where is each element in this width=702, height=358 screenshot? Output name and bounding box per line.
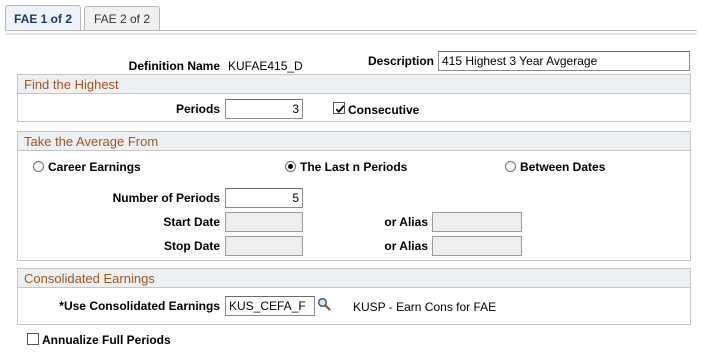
consolidated-header: Consolidated Earnings <box>18 269 690 288</box>
tab-fae-2[interactable]: FAE 2 of 2 <box>84 6 160 30</box>
periods-label: Periods <box>175 102 220 116</box>
stop-alias-input[interactable] <box>432 236 522 256</box>
start-date-label: Start Date <box>163 215 220 229</box>
last-n-periods-label: The Last n Periods <box>300 160 408 174</box>
average-from-header: Take the Average From <box>18 132 690 151</box>
annualize-label: Annualize Full Periods <box>42 333 171 347</box>
tab-divider <box>5 30 697 31</box>
consolidated-group: Consolidated Earnings <box>17 268 691 325</box>
description-input[interactable]: 415 Highest 3 Year Avgerage <box>438 51 690 71</box>
career-earnings-label: Career Earnings <box>48 160 141 174</box>
definition-name-label: Definition Name <box>128 59 220 73</box>
definition-name-value: KUFAE415_D <box>228 59 303 73</box>
career-earnings-radio[interactable] <box>33 161 44 172</box>
annualize-checkbox[interactable] <box>27 333 39 345</box>
between-dates-label: Between Dates <box>520 160 606 174</box>
use-consolidated-label: *Use Consolidated Earnings <box>59 299 220 313</box>
consecutive-label: Consecutive <box>348 103 420 117</box>
use-consolidated-input[interactable]: KUS_CEFA_F <box>225 296 315 316</box>
between-dates-radio[interactable] <box>505 161 516 172</box>
find-highest-title: Find the Highest <box>24 77 119 92</box>
start-alias-label: or Alias <box>384 215 428 229</box>
tab-fae-1[interactable]: FAE 1 of 2 <box>5 5 81 31</box>
start-date-input[interactable] <box>225 212 303 232</box>
use-consolidated-description: KUSP - Earn Cons for FAE <box>353 300 497 314</box>
consecutive-checkbox[interactable] <box>333 102 345 114</box>
stop-date-input[interactable] <box>225 236 303 256</box>
consolidated-title: Consolidated Earnings <box>24 271 155 286</box>
find-highest-header: Find the Highest <box>18 75 690 94</box>
start-alias-input[interactable] <box>432 212 522 232</box>
stop-date-label: Stop Date <box>163 239 220 253</box>
stop-alias-label: or Alias <box>384 239 428 253</box>
number-of-periods-label: Number of Periods <box>112 191 220 205</box>
tab-fae-2-label: FAE 2 of 2 <box>93 11 151 26</box>
tab-divider-shadow <box>5 33 697 35</box>
average-from-title: Take the Average From <box>24 134 159 149</box>
magnifier-icon[interactable] <box>317 297 331 311</box>
description-label: Description <box>367 54 434 68</box>
tab-fae-1-label: FAE 1 of 2 <box>13 11 72 26</box>
last-n-periods-radio[interactable] <box>285 161 296 172</box>
number-of-periods-input[interactable]: 5 <box>225 188 303 208</box>
periods-input[interactable]: 3 <box>225 99 303 119</box>
radio-selected-dot <box>288 164 293 169</box>
check-mark-icon <box>335 105 345 114</box>
